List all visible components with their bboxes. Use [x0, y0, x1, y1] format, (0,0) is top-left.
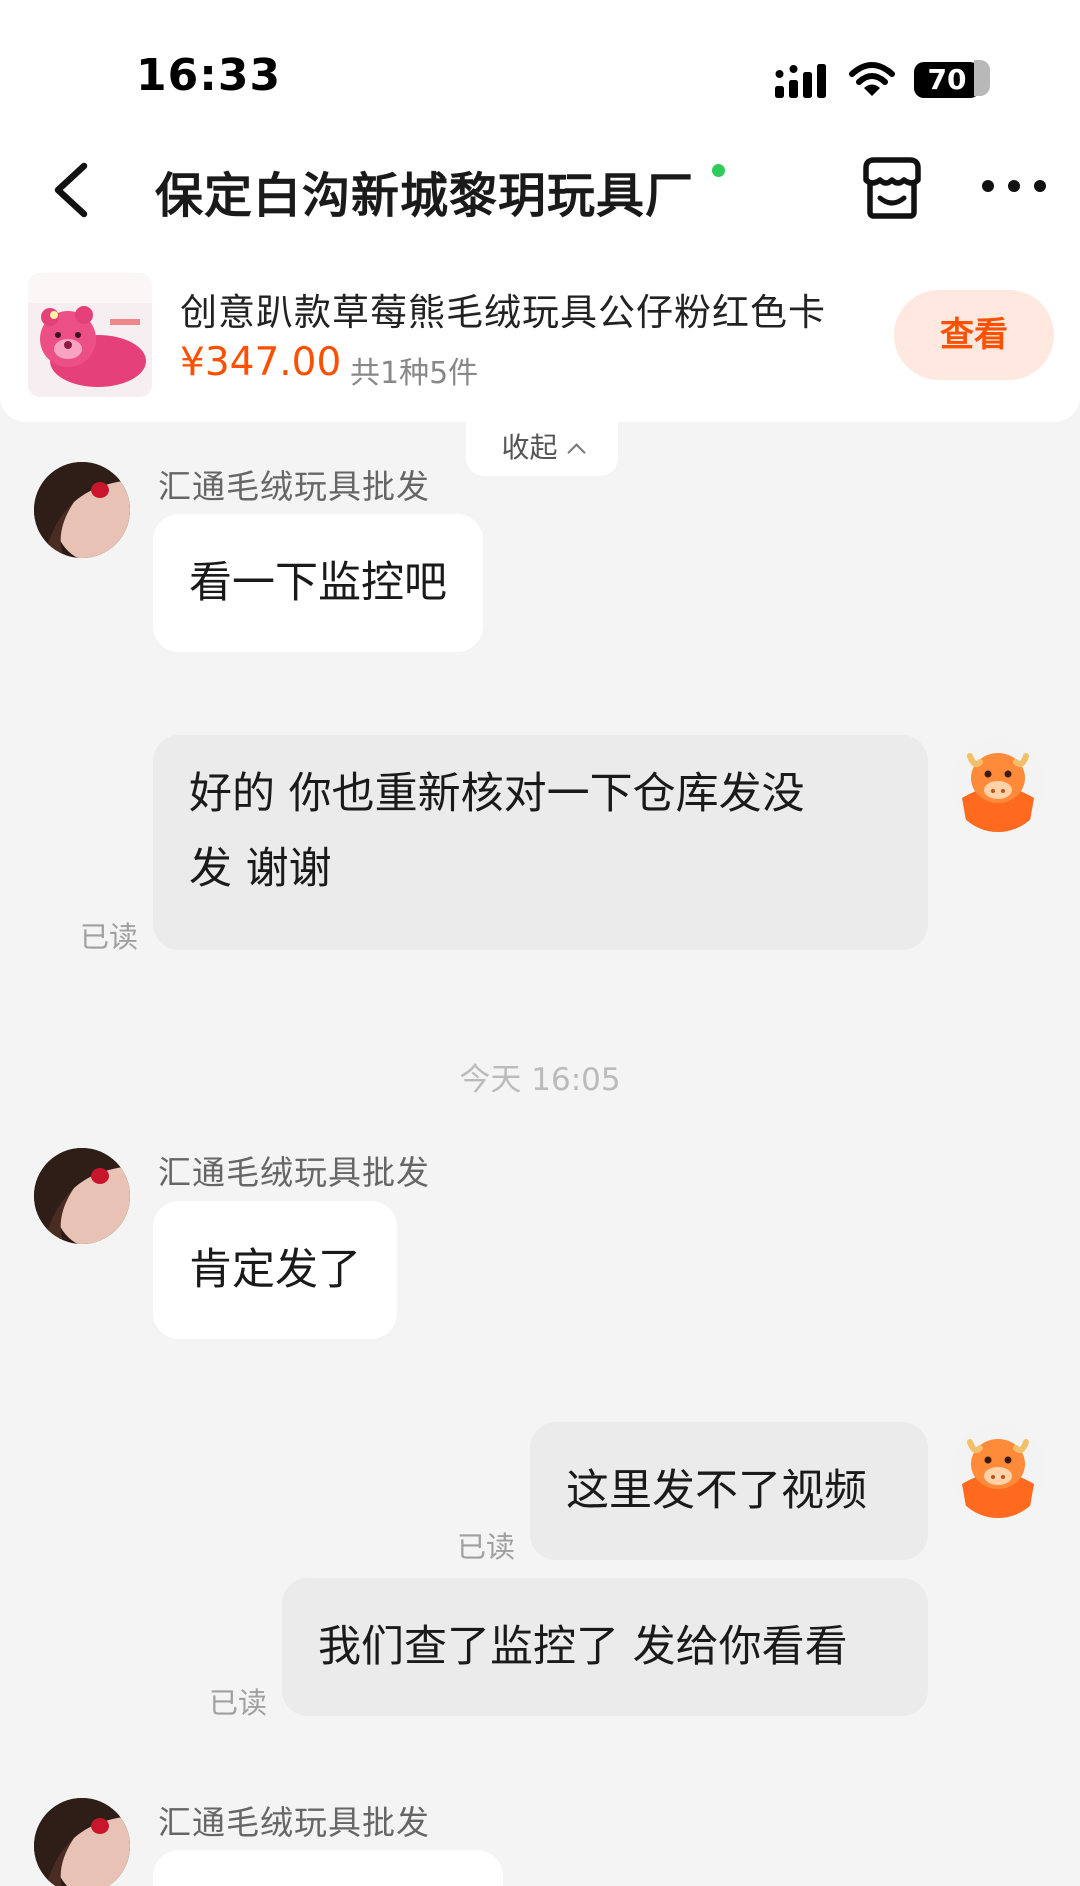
wifi-icon [849, 62, 895, 96]
message-line: 发 谢谢 [189, 844, 332, 894]
message-timestamp: 今天 16:05 [459, 1062, 621, 1098]
avatar[interactable] [34, 1798, 130, 1886]
message-bubble[interactable] [153, 1850, 503, 1886]
nav-bar: 保定白沟新城黎玥玩具厂 [0, 130, 1080, 250]
more-dots-icon[interactable] [974, 166, 1054, 206]
cellular-signal-icon [775, 64, 826, 98]
product-quantity: 共1种5件 [350, 356, 479, 391]
collapse-label: 收起 [501, 431, 558, 464]
product-thumbnail[interactable] [28, 273, 152, 397]
message-bubble[interactable]: 看一下监控吧 [153, 514, 483, 652]
avatar[interactable] [34, 462, 130, 558]
avatar[interactable] [950, 1422, 1046, 1518]
message-bubble[interactable]: 好的 你也重新核对一下仓库发没 发 谢谢 [153, 735, 928, 950]
message-line: 好的 你也重新核对一下仓库发没 [189, 769, 805, 819]
sender-name: 汇通毛绒玩具批发 [158, 467, 430, 506]
avatar[interactable] [34, 1148, 130, 1244]
chat-screen: 16:33 70 保定白沟新城黎玥玩具厂 创意趴款草莓熊毛绒玩具公仔粉红色卡 ¥… [0, 0, 1080, 1886]
message-bubble[interactable]: 这里发不了视频 [530, 1422, 928, 1560]
strawberry-bear-image [28, 273, 152, 397]
avatar[interactable] [950, 736, 1046, 832]
read-receipt: 已读 [80, 920, 139, 954]
read-receipt: 已读 [209, 1686, 268, 1720]
back-button[interactable] [36, 152, 106, 228]
online-status-dot [712, 164, 725, 177]
battery-level: 70 [927, 63, 967, 96]
battery-icon: 70 [914, 60, 990, 100]
status-bar: 16:33 70 [0, 0, 1080, 130]
message-bubble[interactable]: 我们查了监控了 发给你看看 [282, 1578, 928, 1716]
product-title[interactable]: 创意趴款草莓熊毛绒玩具公仔粉红色卡 [180, 282, 826, 336]
contact-avatar-image [34, 1148, 130, 1244]
view-order-button[interactable]: 查看 [894, 290, 1054, 380]
store-icon[interactable] [856, 152, 928, 224]
contact-avatar-image [34, 1798, 130, 1886]
product-card[interactable]: 创意趴款草莓熊毛绒玩具公仔粉红色卡 ¥347.00 共1种5件 查看 [0, 250, 1080, 422]
user-avatar-image [950, 736, 1046, 832]
product-price: ¥347.00 [180, 340, 342, 385]
chevron-up-icon [566, 443, 586, 462]
message-bubble[interactable]: 肯定发了 [153, 1201, 397, 1339]
read-receipt: 已读 [457, 1530, 516, 1564]
user-avatar-image [950, 1422, 1046, 1518]
collapse-button[interactable]: 收起 [466, 420, 618, 476]
page-title: 保定白沟新城黎玥玩具厂 [155, 168, 695, 224]
sender-name: 汇通毛绒玩具批发 [158, 1153, 430, 1192]
contact-avatar-image [34, 462, 130, 558]
sender-name: 汇通毛绒玩具批发 [158, 1803, 430, 1842]
status-time: 16:33 [136, 50, 282, 101]
